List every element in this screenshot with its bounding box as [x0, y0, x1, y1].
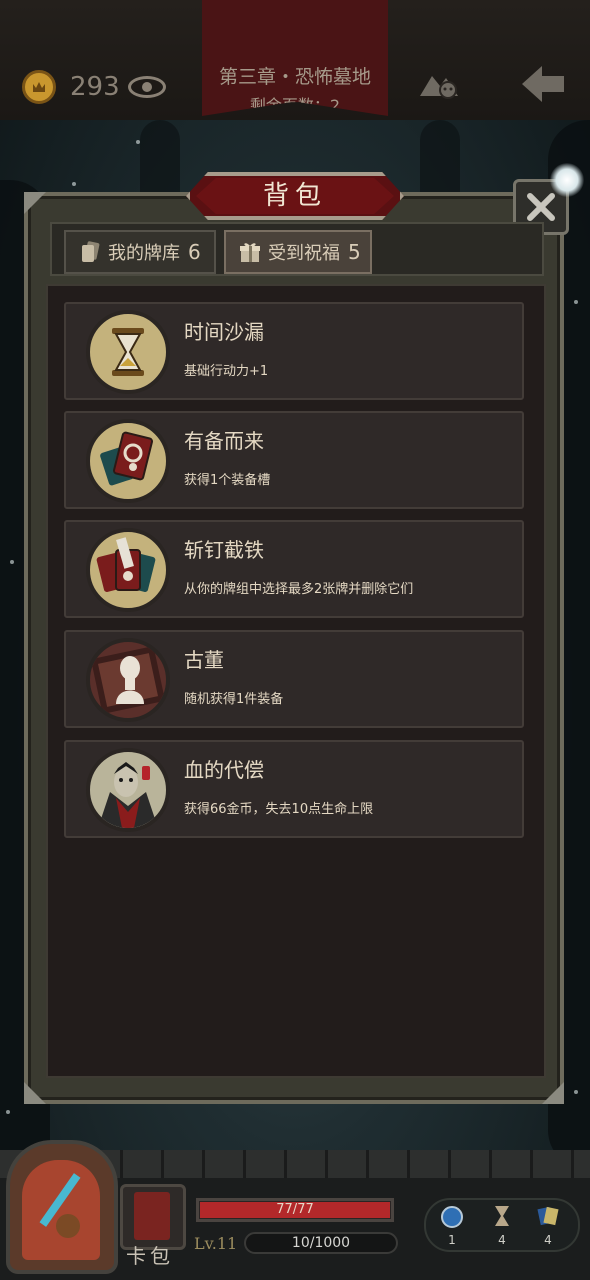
resource-count: 4: [544, 1233, 552, 1247]
chapter-title: 第三章・恐怖墓地: [218, 66, 371, 88]
sparkle-glow: [550, 163, 584, 197]
blessing-card[interactable]: 血的代偿 获得66金币，失去10点生命上限: [64, 740, 524, 838]
blessing-card[interactable]: 古董 随机获得1件装备: [64, 630, 524, 728]
blessing-card[interactable]: 有备而来 获得1个装备槽: [64, 411, 524, 509]
vampire-icon: [86, 748, 170, 832]
card-pack-label: 卡包: [126, 1244, 174, 1268]
close-icon: [527, 193, 555, 221]
tab-count: 5: [348, 240, 361, 264]
blessing-desc: 从你的牌组中选择最多2张牌并删除它们: [184, 582, 414, 597]
sword-arm-icon: [39, 1173, 81, 1238]
tab-count: 6: [188, 240, 201, 264]
panel-corner: [24, 1082, 46, 1104]
blessing-title: 血的代偿: [184, 758, 264, 782]
blessing-title: 有备而来: [184, 429, 264, 453]
level-text: Lv.11: [194, 1234, 238, 1253]
card-stack-icon: [82, 241, 100, 262]
cleaver-card-icon: [86, 528, 170, 612]
resource-count: 4: [498, 1233, 506, 1247]
blessing-title: 时间沙漏: [184, 320, 264, 344]
blessing-desc: 随机获得1件装备: [184, 692, 284, 707]
orb-icon[interactable]: [440, 1204, 464, 1228]
tab-my-deck[interactable]: 我的牌库 6: [64, 230, 216, 274]
xp-text: 10/1000: [291, 1235, 351, 1251]
hourglass-icon: [86, 310, 170, 394]
hourglass-small-icon[interactable]: [490, 1204, 514, 1228]
panel-corner: [24, 192, 46, 214]
eye-icon[interactable]: [128, 76, 166, 98]
tab-blessings[interactable]: 受到祝福 5: [224, 230, 372, 274]
blessing-card[interactable]: 时间沙漏 基础行动力+1: [64, 302, 524, 400]
card-pack-icon: [134, 1192, 170, 1240]
tab-label: 受到祝福: [268, 243, 340, 264]
blessing-title: 斩钉截铁: [184, 538, 264, 562]
panel-title: 背包: [262, 181, 327, 211]
gift-box-icon: [240, 243, 260, 262]
equipment-card-icon: [86, 419, 170, 503]
gold-count: 293: [70, 72, 120, 102]
hp-text: 77/77: [276, 1202, 314, 1217]
blessing-desc: 基础行动力+1: [184, 364, 269, 379]
cards-icon[interactable]: [536, 1204, 560, 1228]
resource-count: 1: [448, 1233, 456, 1247]
map-icon[interactable]: [418, 68, 460, 100]
blessing-desc: 获得1个装备槽: [184, 473, 271, 488]
chapter-banner: 第三章・恐怖墓地 剩余页数：2: [202, 0, 388, 116]
blessing-card[interactable]: 斩钉截铁 从你的牌组中选择最多2张牌并删除它们: [64, 520, 524, 618]
blessing-title: 古董: [184, 648, 224, 672]
hero-portrait: [22, 1160, 100, 1260]
blessing-desc: 获得66金币，失去10点生命上限: [184, 802, 374, 817]
gold-coin-icon: [22, 70, 56, 104]
tab-label: 我的牌库: [108, 243, 180, 264]
antique-bust-icon: [86, 638, 170, 722]
panel-corner: [542, 1082, 564, 1104]
back-arrow-icon[interactable]: [520, 64, 566, 104]
